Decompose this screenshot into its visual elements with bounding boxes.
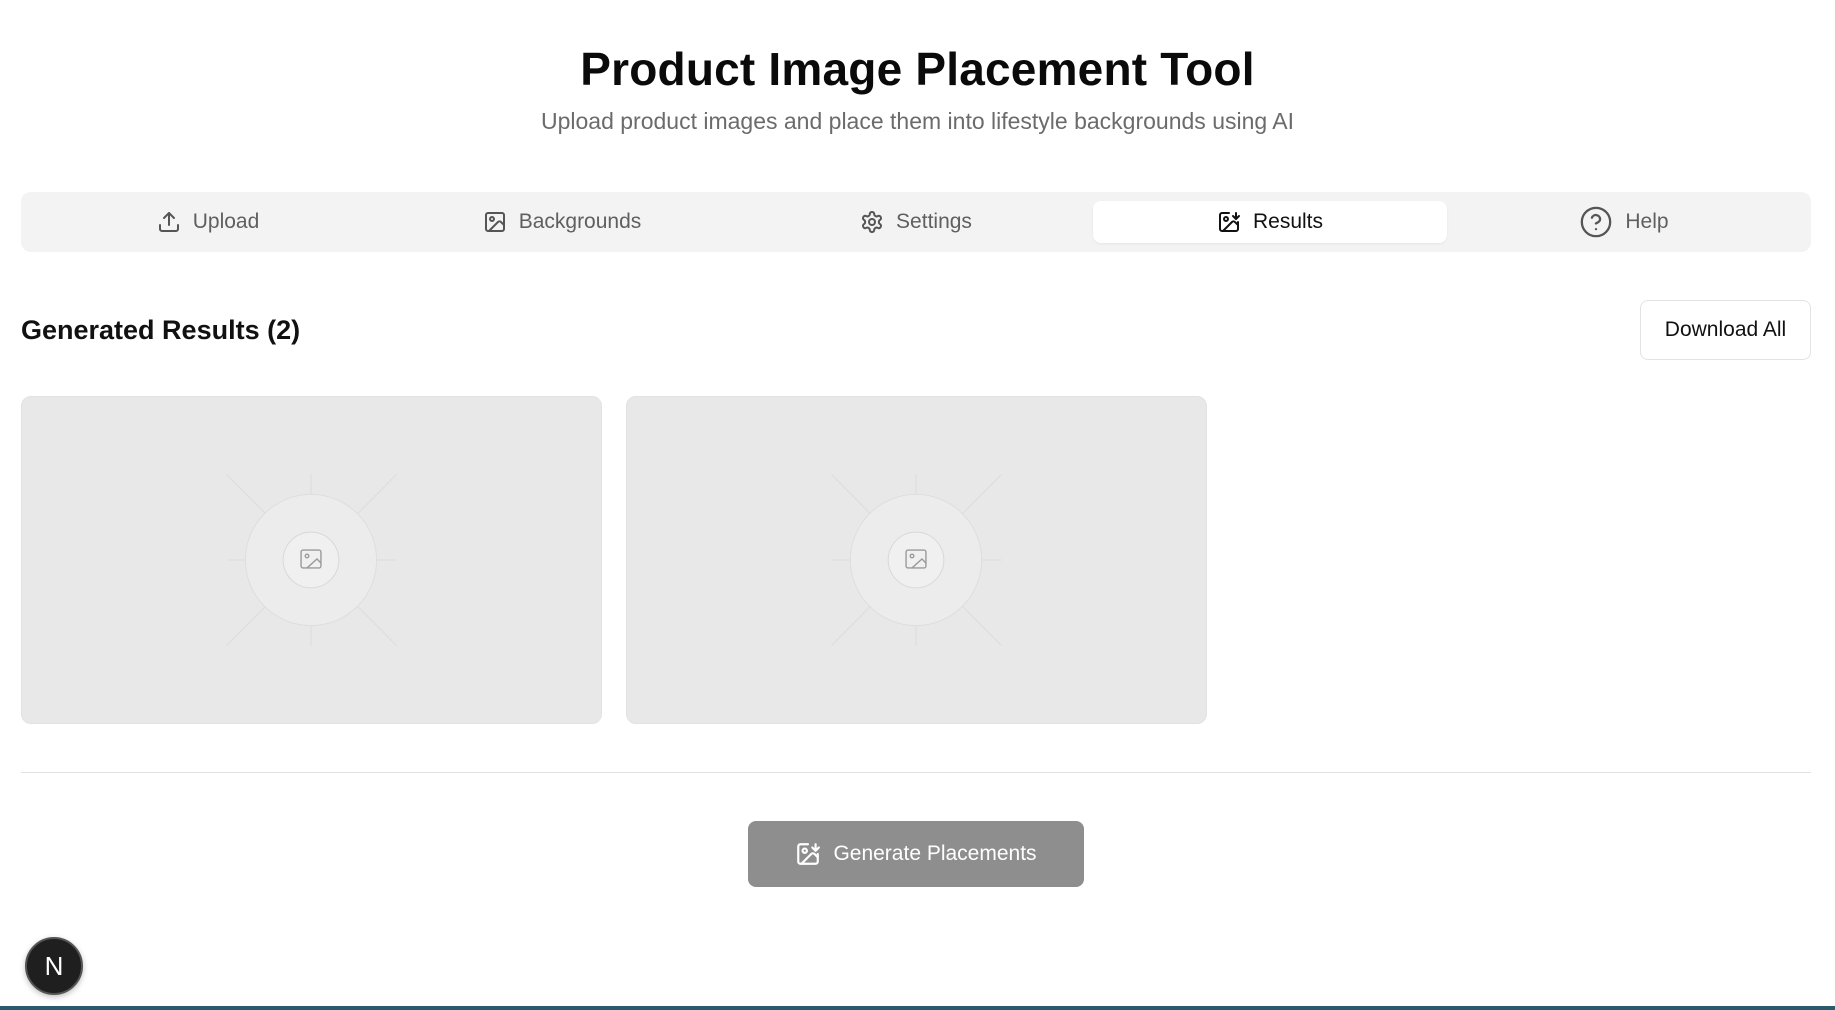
tab-help-label: Help <box>1625 210 1669 233</box>
tab-results-label: Results <box>1252 210 1324 233</box>
generate-placements-button[interactable]: Generate Placements <box>748 821 1084 887</box>
result-card[interactable] <box>626 396 1207 724</box>
gear-icon <box>862 211 883 233</box>
results-heading: Generated Results (2) <box>21 315 301 345</box>
image-placeholder-icon <box>226 474 397 646</box>
app-page: Product Image Placement Tool Upload prod… <box>0 0 1835 1006</box>
badge-letter: N <box>44 950 64 981</box>
section-divider <box>21 772 1811 773</box>
tab-backgrounds[interactable]: Backgrounds <box>385 201 739 243</box>
tab-bar: Upload Backgrounds Settings Results Help <box>21 192 1811 252</box>
image-download-icon <box>797 843 821 865</box>
tab-results[interactable]: Results <box>1093 201 1447 243</box>
help-circle-icon <box>1581 206 1612 238</box>
upload-icon <box>158 212 179 232</box>
header: Product Image Placement Tool Upload prod… <box>0 40 1835 136</box>
image-icon <box>484 212 505 232</box>
tab-backgrounds-label: Backgrounds <box>518 210 642 233</box>
tab-upload[interactable]: Upload <box>31 201 385 243</box>
page-title: Product Image Placement Tool <box>580 43 1255 95</box>
tab-help[interactable]: Help <box>1447 201 1801 243</box>
tab-settings-label: Settings <box>896 210 972 233</box>
download-all-button[interactable]: Download All <box>1640 300 1811 360</box>
result-card[interactable] <box>21 396 602 724</box>
dev-tools-badge[interactable]: N <box>25 937 83 995</box>
page-subtitle: Upload product images and place them int… <box>540 108 1295 134</box>
image-download-icon <box>1218 212 1240 232</box>
tab-settings[interactable]: Settings <box>739 201 1093 243</box>
generate-placements-label: Generate Placements <box>833 842 1037 865</box>
tab-upload-label: Upload <box>192 210 260 233</box>
image-placeholder-icon <box>831 474 1002 646</box>
